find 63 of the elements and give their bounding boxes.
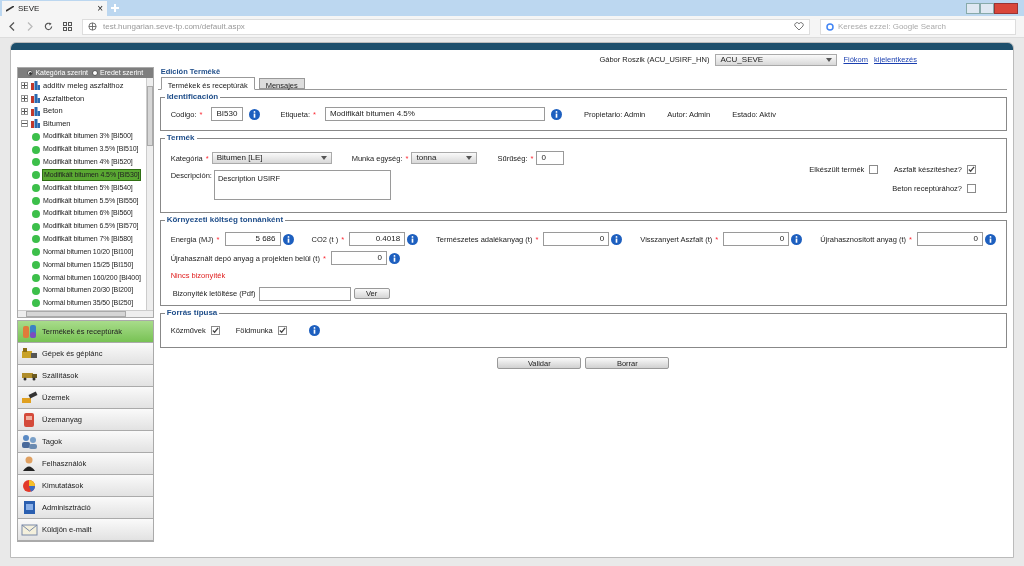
info-icon (407, 233, 419, 245)
tab-title: SEVE (18, 2, 41, 15)
close-tab-button[interactable]: × (97, 3, 103, 14)
globe-icon (88, 22, 97, 31)
info-icon (611, 233, 623, 245)
search-engine-icon (826, 22, 834, 31)
admin-icon (21, 499, 38, 516)
grid-icon[interactable] (63, 22, 72, 31)
info-icon (550, 108, 562, 120)
info-icon (791, 233, 803, 245)
reload-icon[interactable] (44, 22, 53, 31)
folder-icon (31, 106, 40, 116)
user-icon (21, 455, 38, 472)
input-field[interactable] (258, 286, 351, 301)
input-field[interactable]: Modifikált bitumen 4.5% (324, 107, 545, 122)
dropdown[interactable]: ACU_SEVE (715, 54, 838, 66)
radio-button[interactable] (27, 70, 34, 76)
caret-icon (826, 58, 833, 62)
chart-icon (21, 477, 38, 494)
fieldset-legend: Forrás típusa (164, 307, 220, 320)
dropdown[interactable]: Bitumen [LE] (211, 152, 332, 165)
info-icon (388, 252, 400, 264)
input-field[interactable]: 0 (536, 151, 565, 166)
info-icon (985, 233, 996, 245)
expand-toggle[interactable] (21, 120, 28, 128)
members-icon (21, 433, 38, 450)
flask-icon (21, 323, 38, 340)
radio-button[interactable] (92, 70, 98, 76)
checkbox[interactable] (210, 326, 220, 336)
input-field[interactable]: 0 (330, 251, 387, 266)
heart-icon[interactable] (794, 22, 804, 31)
caret-icon (320, 156, 327, 161)
dropdown[interactable]: tonna (411, 152, 478, 165)
checkbox[interactable] (967, 165, 976, 175)
input-field[interactable]: BI530 (211, 107, 244, 122)
plant-icon (21, 389, 38, 406)
input-field[interactable]: 0 (917, 232, 983, 247)
info-icon (249, 108, 261, 120)
info-icon (282, 233, 294, 245)
expand-toggle[interactable] (21, 107, 28, 115)
mail-icon (21, 521, 38, 538)
input-field[interactable]: 0.4018 (349, 232, 406, 247)
input-field[interactable]: 5 686 (224, 232, 281, 247)
folder-icon (31, 80, 40, 90)
checkbox[interactable] (967, 183, 976, 193)
input-field[interactable]: 0 (723, 232, 790, 247)
browser-tab[interactable]: SEVE × (2, 1, 107, 16)
expand-toggle[interactable] (21, 81, 28, 89)
expand-toggle[interactable] (21, 94, 28, 102)
window-controls[interactable] (966, 3, 1018, 14)
horizontal-scrollbar[interactable] (18, 310, 153, 317)
input-field[interactable]: 0 (543, 232, 610, 247)
site-icon (6, 5, 14, 12)
folder-icon (31, 119, 40, 129)
url-text: test.hungarian.seve-tp.com/default.aspx (103, 20, 246, 33)
folder-icon (31, 93, 40, 103)
fieldset-legend: Környezeti költség tonnánként (164, 214, 286, 227)
info-icon (308, 325, 320, 337)
caret-icon (466, 156, 473, 161)
checkbox[interactable] (277, 326, 287, 336)
vertical-scrollbar[interactable] (145, 78, 153, 310)
back-icon[interactable] (8, 22, 16, 31)
checkbox[interactable] (869, 165, 879, 175)
